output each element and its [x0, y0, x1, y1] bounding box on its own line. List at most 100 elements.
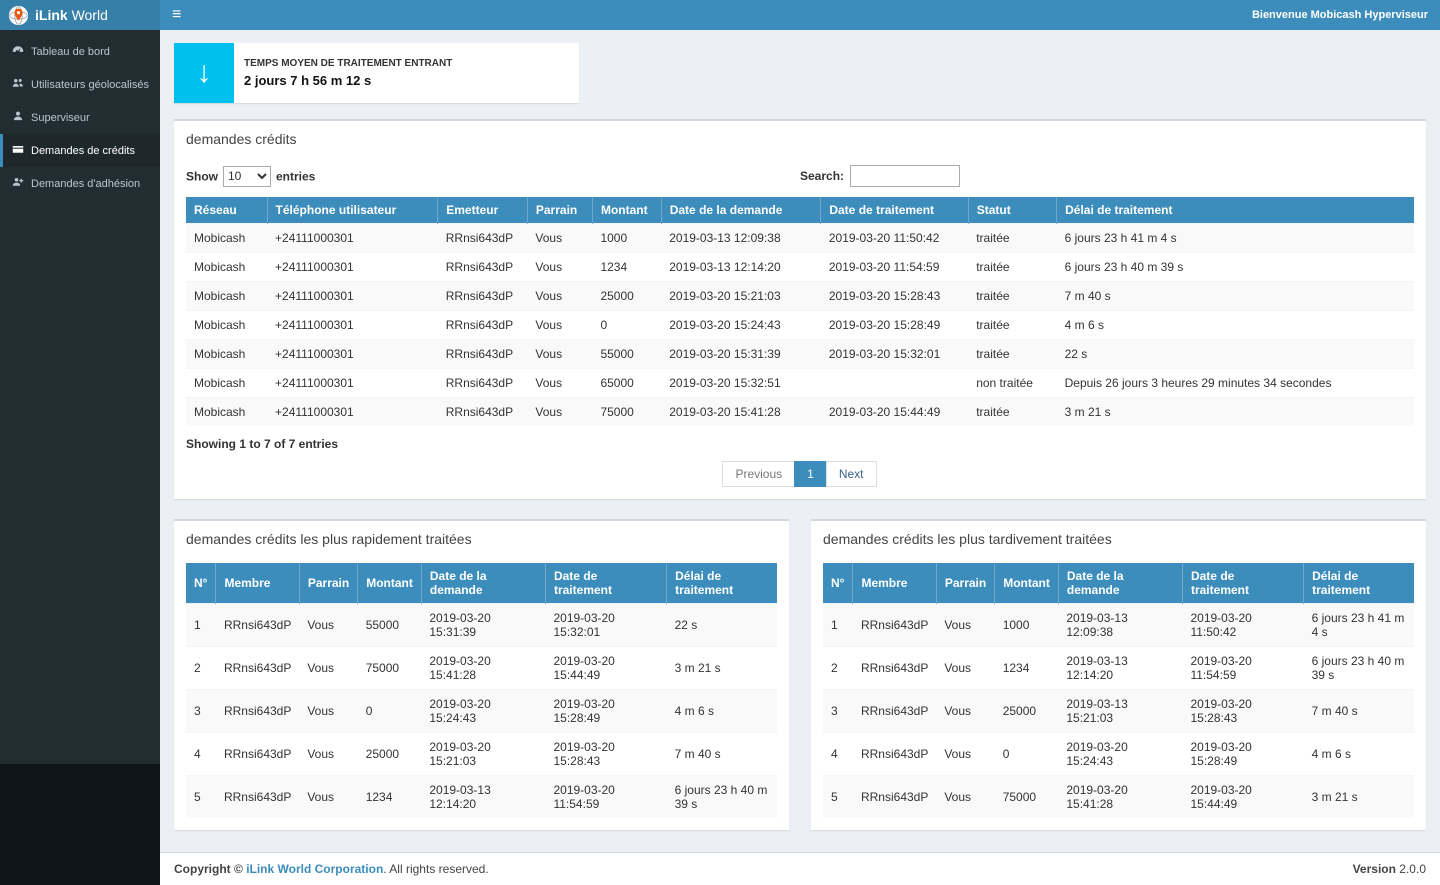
table-row: 3RRnsi643dPVous250002019-03-13 15:21:032…	[823, 690, 1414, 733]
table-cell: 1234	[358, 776, 422, 819]
fastest-table-body: 1RRnsi643dPVous550002019-03-20 15:31:392…	[186, 604, 777, 819]
page-length-select[interactable]: 10	[223, 166, 271, 187]
table-cell: 4	[186, 733, 216, 776]
brand[interactable]: iLink World	[0, 0, 160, 30]
supervisor-icon	[12, 110, 24, 125]
column-header[interactable]: Date de la demande	[1058, 563, 1182, 604]
table-header-row: RéseauTéléphone utilisateurEmetteurParra…	[186, 197, 1414, 224]
table-cell: 2019-03-20 15:24:43	[1058, 733, 1182, 776]
table-cell: Vous	[527, 369, 592, 398]
table-cell: 2019-03-20 15:24:43	[661, 311, 821, 340]
column-header[interactable]: Date de la demande	[421, 563, 545, 604]
table-cell: traitée	[968, 253, 1056, 282]
table-cell: +24111000301	[267, 282, 438, 311]
table-cell: Mobicash	[186, 369, 267, 398]
column-header[interactable]: Date de traitement	[821, 197, 968, 224]
column-header[interactable]: Délai de traitement	[1304, 563, 1414, 604]
table-cell: 55000	[358, 604, 422, 647]
table-cell: 1234	[995, 647, 1059, 690]
rights-text: . All rights reserved.	[383, 862, 488, 876]
pagination-next-button[interactable]: Next	[826, 461, 877, 487]
table-cell: traitée	[968, 282, 1056, 311]
table-cell: +24111000301	[267, 398, 438, 427]
table-cell: 2019-03-20 11:54:59	[545, 776, 666, 819]
sidebar-item-label: Tableau de bord	[31, 46, 110, 58]
slowest-panel-title: demandes crédits les plus tardivement tr…	[811, 521, 1426, 557]
column-header[interactable]: Montant	[995, 563, 1059, 604]
pagination-previous-button[interactable]: Previous	[722, 461, 795, 487]
table-cell: Vous	[527, 253, 592, 282]
search-label: Search:	[800, 169, 844, 183]
credit-requests-icon	[12, 143, 24, 158]
column-header[interactable]: Parrain	[299, 563, 357, 604]
table-cell: Mobicash	[186, 253, 267, 282]
column-header[interactable]: Montant	[358, 563, 422, 604]
column-header[interactable]: N°	[823, 563, 853, 604]
column-header[interactable]: Parrain	[527, 197, 592, 224]
table-cell: 2019-03-20 15:32:01	[821, 340, 968, 369]
table-row: 3RRnsi643dPVous02019-03-20 15:24:432019-…	[186, 690, 777, 733]
table-row: 5RRnsi643dPVous750002019-03-20 15:41:282…	[823, 776, 1414, 819]
column-header[interactable]: Montant	[592, 197, 661, 224]
hamburger-icon[interactable]: ≡	[172, 7, 181, 23]
user-menu[interactable]: Bienvenue Mobicash Hyperviseur	[1252, 9, 1428, 21]
table-cell: RRnsi643dP	[438, 282, 528, 311]
table-controls: Show10entries Search:	[186, 163, 1414, 197]
table-cell: 1000	[995, 604, 1059, 647]
sidebar-item-supervisor[interactable]: Superviseur	[0, 101, 160, 134]
column-header[interactable]: Date de traitement	[545, 563, 666, 604]
column-header[interactable]: Membre	[216, 563, 299, 604]
column-header[interactable]: Délai de traitement	[667, 563, 777, 604]
search-input[interactable]	[850, 165, 960, 187]
company-link[interactable]: iLink World Corporation	[246, 862, 383, 876]
table-cell: 2019-03-20 11:50:42	[821, 224, 968, 253]
table-cell: 2019-03-20 15:32:51	[661, 369, 821, 398]
table-cell: 2019-03-20 11:54:59	[1182, 647, 1303, 690]
table-cell: traitée	[968, 398, 1056, 427]
table-cell: Vous	[299, 776, 357, 819]
version-label: Version	[1353, 862, 1396, 876]
table-cell: 2019-03-13 12:09:38	[1058, 604, 1182, 647]
column-header[interactable]: Date de la demande	[661, 197, 821, 224]
table-cell: 2019-03-20 15:41:28	[1058, 776, 1182, 819]
table-cell: 2019-03-20 15:44:49	[821, 398, 968, 427]
sidebar-item-label: Demandes de crédits	[31, 145, 135, 157]
table-cell: 2019-03-20 15:24:43	[421, 690, 545, 733]
column-header[interactable]: Statut	[968, 197, 1056, 224]
table-cell: RRnsi643dP	[216, 604, 299, 647]
table-cell: Mobicash	[186, 340, 267, 369]
column-header[interactable]: Emetteur	[438, 197, 528, 224]
table-cell: 22 s	[667, 604, 777, 647]
column-header[interactable]: Parrain	[936, 563, 994, 604]
sidebar-item-geolocated-users[interactable]: Utilisateurs géolocalisés	[0, 68, 160, 101]
table-cell: Mobicash	[186, 282, 267, 311]
pagination-page-1-button[interactable]: 1	[794, 461, 827, 487]
column-header[interactable]: N°	[186, 563, 216, 604]
table-cell: RRnsi643dP	[853, 690, 936, 733]
table-cell: Vous	[936, 690, 994, 733]
table-row: 1RRnsi643dPVous10002019-03-13 12:09:3820…	[823, 604, 1414, 647]
version-text: Version 2.0.0	[1353, 862, 1426, 876]
table-cell: 2019-03-20 15:28:43	[545, 733, 666, 776]
table-cell: traitée	[968, 224, 1056, 253]
table-row: 2RRnsi643dPVous12342019-03-13 12:14:2020…	[823, 647, 1414, 690]
sidebar-item-label: Superviseur	[31, 112, 90, 124]
table-cell: RRnsi643dP	[438, 311, 528, 340]
table-cell	[821, 369, 968, 398]
table-cell: 65000	[592, 369, 661, 398]
sidebar-item-membership-requests[interactable]: Demandes d'adhésion	[0, 167, 160, 200]
table-cell: 2	[823, 647, 853, 690]
column-header[interactable]: Téléphone utilisateur	[267, 197, 438, 224]
table-cell: RRnsi643dP	[438, 224, 528, 253]
sidebar-item-dashboard[interactable]: Tableau de bord	[0, 35, 160, 68]
table-cell: 2019-03-20 15:28:49	[545, 690, 666, 733]
column-header[interactable]: Réseau	[186, 197, 267, 224]
column-header[interactable]: Date de traitement	[1182, 563, 1303, 604]
column-header[interactable]: Membre	[853, 563, 936, 604]
column-header[interactable]: Délai de traitement	[1057, 197, 1414, 224]
table-cell: 1000	[592, 224, 661, 253]
table-cell: Mobicash	[186, 311, 267, 340]
table-cell: Depuis 26 jours 3 heures 29 minutes 34 s…	[1057, 369, 1414, 398]
sidebar-item-credit-requests[interactable]: Demandes de crédits	[0, 134, 160, 167]
entries-label: entries	[276, 169, 315, 183]
